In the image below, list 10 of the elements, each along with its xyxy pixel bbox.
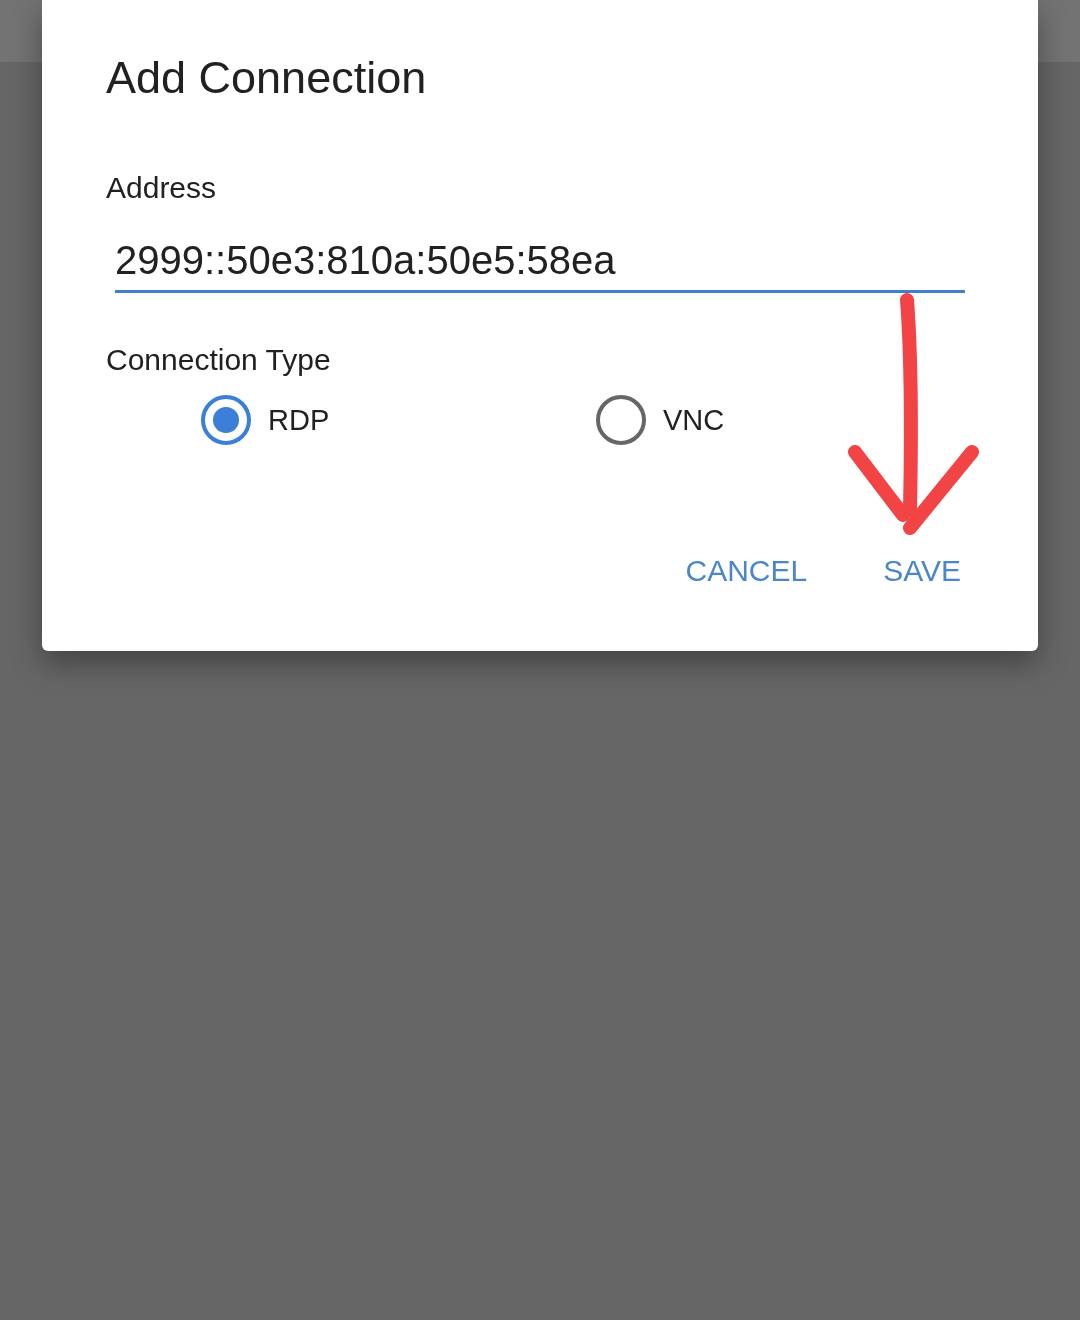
- save-button[interactable]: SAVE: [867, 541, 977, 601]
- radio-label[interactable]: RDP: [268, 403, 330, 437]
- radio-button[interactable]: [596, 395, 646, 445]
- address-field[interactable]: 2999::50e3:810a:50e5:58ea: [115, 230, 965, 293]
- dialog-title: Add Connection: [106, 54, 427, 102]
- radio-button[interactable]: [201, 395, 251, 445]
- cancel-button[interactable]: CANCEL: [669, 541, 824, 601]
- field-label: Connection Type: [106, 343, 331, 377]
- radio-label[interactable]: VNC: [663, 403, 725, 437]
- field-label: Address: [106, 171, 217, 205]
